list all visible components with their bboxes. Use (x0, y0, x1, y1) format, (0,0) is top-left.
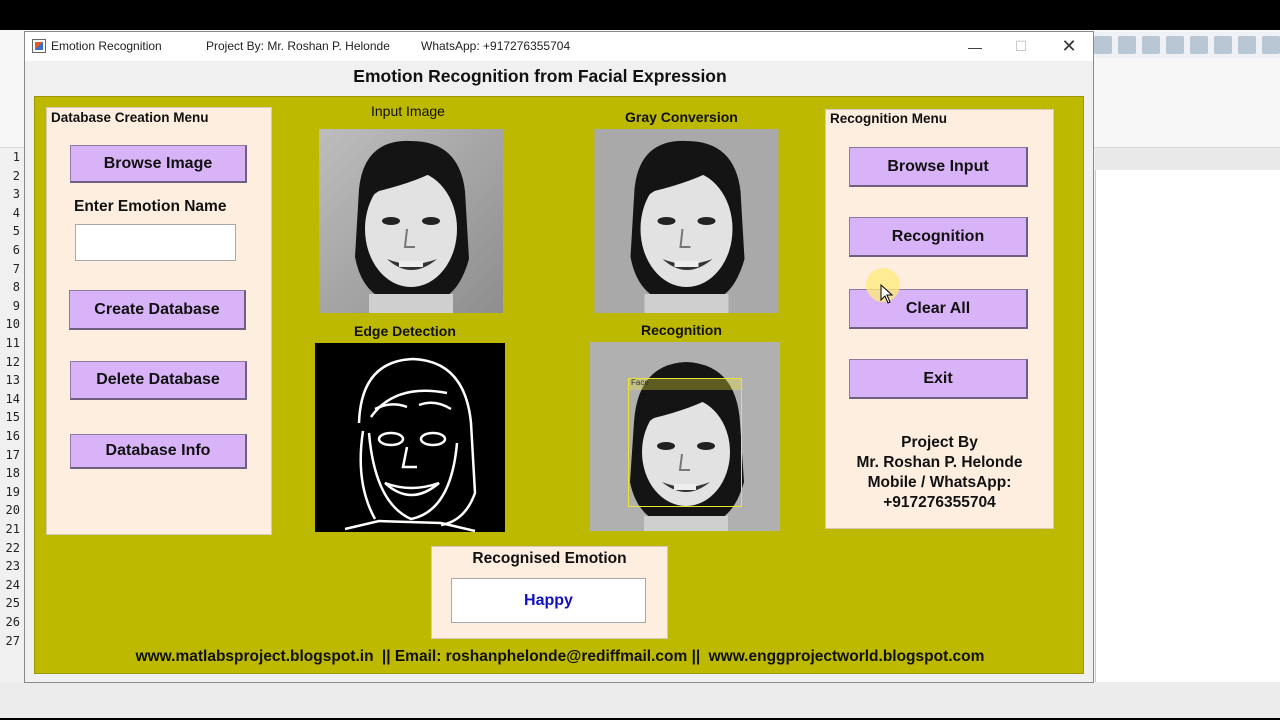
line-number: 18 (5, 466, 20, 481)
line-number: 3 (12, 187, 20, 202)
toolbar-icons (1090, 32, 1280, 58)
credit-line-2: Mr. Roshan P. Helonde (856, 454, 1023, 471)
emotion-name-label: Enter Emotion Name (74, 198, 227, 215)
line-number: 17 (5, 447, 20, 462)
gray-image (594, 129, 779, 313)
screen: 1 2 3 4 5 6 7 8 9 10 11 12 13 14 15 16 17 18 19 20 21 22 23 24 2… (0, 0, 1280, 720)
database-creation-menu: Database Creation Menu Browse Image Ente… (46, 107, 272, 535)
database-menu-title: Database Creation Menu (51, 110, 209, 125)
footer: www.matlabsproject.blogspot.in || Email:… (35, 648, 1085, 666)
recognition-image-label: Recognition (641, 322, 722, 338)
exit-button[interactable]: Exit (849, 359, 1028, 399)
line-number: 27 (5, 633, 20, 648)
credit-line-4: +917276355704 (883, 494, 996, 511)
line-number: 16 (5, 429, 20, 443)
recognition-menu-title: Recognition Menu (830, 111, 947, 126)
matlab-figure-icon (32, 39, 46, 53)
edge-detection-label: Edge Detection (354, 323, 456, 339)
line-number: 2 (12, 168, 20, 183)
recognition-image: Face (590, 342, 780, 531)
input-image (319, 129, 503, 313)
line-number: 6 (12, 243, 20, 257)
project-credit: Project By Mr. Roshan P. Helonde Mobile … (826, 433, 1053, 513)
line-number: 10 (5, 317, 20, 332)
line-number: 12 (5, 354, 20, 369)
toolbar-icon[interactable] (1142, 36, 1160, 54)
database-info-button[interactable]: Database Info (70, 434, 247, 469)
footer-site-1: www.matlabsproject.blogspot.in (135, 648, 374, 665)
recognised-emotion-field: Happy (451, 578, 646, 623)
create-database-button[interactable]: Create Database (69, 290, 246, 330)
window-title: Emotion Recognition (51, 39, 162, 53)
line-number: 21 (5, 522, 20, 536)
figure-window: Emotion Recognition Project By: Mr. Rosh… (24, 31, 1094, 683)
credit-line-3: Mobile / WhatsApp: (867, 474, 1012, 491)
right-pane (1095, 170, 1280, 690)
line-number: 24 (5, 577, 20, 592)
recognition-menu: Recognition Menu Browse Input Recognitio… (825, 109, 1054, 529)
toolbar-icon[interactable] (1118, 36, 1136, 54)
recognised-emotion-panel: Recognised Emotion Happy (431, 546, 668, 639)
line-number: 26 (5, 615, 20, 629)
line-number: 13 (5, 373, 20, 388)
face-bounding-box: Face (628, 378, 742, 507)
maximize-icon: ☐ (1014, 38, 1028, 54)
line-number: 7 (12, 261, 20, 276)
minimize-icon: — (968, 38, 982, 55)
edge-map (315, 343, 505, 532)
recognised-emotion-title: Recognised Emotion (472, 550, 627, 567)
line-number: 25 (5, 596, 20, 611)
face-box-label: Face (631, 378, 649, 387)
line-number: 8 (12, 280, 20, 295)
face-photo-gray (594, 129, 779, 313)
line-number: 19 (5, 484, 20, 499)
redo-icon[interactable] (1214, 36, 1232, 54)
line-number: 11 (5, 336, 20, 350)
edge-image (315, 343, 505, 532)
toolbar-icon[interactable] (1166, 36, 1184, 54)
line-number: 20 (5, 503, 20, 518)
face-photo-input (319, 129, 503, 313)
credit-line-1: Project By (901, 434, 978, 451)
toolbar-icon[interactable] (1238, 36, 1256, 54)
recognised-emotion-value: Happy (524, 591, 573, 609)
recognition-button[interactable]: Recognition (849, 217, 1028, 257)
emotion-name-input[interactable] (75, 224, 236, 261)
title-bar: Emotion Recognition Project By: Mr. Rosh… (25, 32, 1093, 61)
line-number: 4 (12, 205, 20, 220)
main-panel: Database Creation Menu Browse Image Ente… (34, 96, 1084, 674)
line-number: 9 (12, 298, 20, 313)
mouse-pointer-icon (880, 284, 894, 304)
input-image-label: Input Image (371, 103, 445, 119)
minimize-button[interactable]: — (952, 32, 998, 61)
right-pane-tab (1095, 148, 1280, 172)
browse-image-button[interactable]: Browse Image (70, 145, 247, 183)
line-number: 23 (5, 559, 20, 574)
undo-icon[interactable] (1190, 36, 1208, 54)
gray-conversion-label: Gray Conversion (625, 109, 738, 125)
figure-title: Emotion Recognition from Facial Expressi… (353, 66, 727, 86)
line-number: 22 (5, 540, 20, 555)
status-strip (0, 682, 1280, 718)
close-button[interactable]: ✕ (1046, 32, 1092, 61)
toolbar-icon[interactable] (1094, 36, 1112, 54)
delete-database-button[interactable]: Delete Database (70, 361, 247, 400)
footer-site-2: www.enggprojectworld.blogspot.com (708, 648, 985, 665)
line-number-gutter: 1 2 3 4 5 6 7 8 9 10 11 12 13 14 15 16 17 18 19 20 21 22 23 24 2… (0, 150, 24, 690)
maximize-button[interactable]: ☐ (998, 32, 1044, 61)
toolbar-icon[interactable] (1262, 36, 1280, 54)
close-icon: ✕ (1061, 36, 1077, 56)
footer-email: || Email: roshanphelonde@rediffmail.com … (381, 648, 701, 665)
browse-input-button[interactable]: Browse Input (849, 147, 1028, 187)
line-number: 5 (12, 224, 20, 239)
line-number: 15 (5, 410, 20, 425)
line-number: 1 (12, 150, 20, 164)
window-project-by: Project By: Mr. Roshan P. Helonde (206, 39, 390, 53)
line-number: 14 (5, 391, 20, 406)
window-whatsapp: WhatsApp: +917276355704 (421, 39, 571, 53)
